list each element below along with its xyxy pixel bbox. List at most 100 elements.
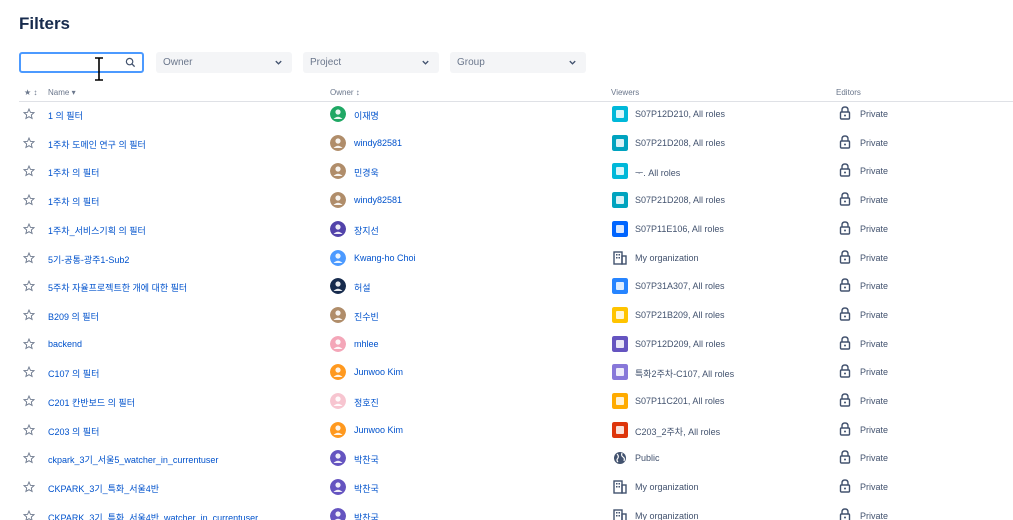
owner-name-link[interactable]: windy82581 [354, 195, 402, 205]
column-header-editors: Editors [836, 88, 861, 97]
owner-avatar-icon [330, 507, 346, 520]
star-icon[interactable] [23, 423, 35, 436]
group-dropdown[interactable]: Group [450, 52, 586, 73]
star-icon[interactable] [23, 337, 35, 350]
owner-name-link[interactable]: 진수빈 [354, 310, 379, 323]
filter-name-link[interactable]: backend [48, 339, 82, 349]
owner-name-link[interactable]: Junwoo Kim [354, 425, 403, 435]
globe-icon [614, 452, 626, 465]
filter-name-link[interactable]: 5주차 자율프로젝트한 개에 대한 필터 [48, 281, 187, 294]
filter-name-link[interactable]: 1주차_서비스기획 의 필터 [48, 224, 146, 237]
filter-name-link[interactable]: 1 의 필터 [48, 109, 83, 122]
table-row: 1주차 의 필터 windy82581 S07P21D208, All roles P… [19, 187, 1013, 215]
viewer-text: 특화2주차-C107, All roles [635, 369, 735, 380]
star-icon[interactable] [23, 366, 35, 378]
editor-text: Private [860, 252, 889, 263]
owner-name-link[interactable]: 장지선 [354, 224, 379, 237]
column-header-owner[interactable]: Owner ↕ [330, 88, 360, 97]
text-cursor-icon [95, 57, 103, 81]
star-icon[interactable] [23, 481, 35, 493]
project-icon [612, 393, 628, 409]
owner-name-link[interactable]: 정호진 [354, 396, 379, 409]
editor-text: Private [860, 424, 889, 435]
search-input-wrapper[interactable] [19, 52, 144, 81]
project-icon [612, 364, 628, 381]
project-dropdown[interactable]: Project [303, 52, 439, 73]
viewer-text: S07P12D209, All roles [635, 338, 726, 349]
owner-name-link[interactable]: 허설 [354, 281, 371, 294]
viewer-text: S07P21D208, All roles [635, 137, 726, 148]
owner-avatar-icon [330, 306, 346, 323]
lock-icon [839, 335, 851, 350]
star-icon[interactable] [23, 136, 35, 149]
viewer-text: S07P21B209, All roles [635, 309, 725, 320]
filter-name-link[interactable]: 1주차 의 필터 [48, 166, 99, 179]
owner-name-link[interactable]: 민경욱 [354, 166, 379, 179]
star-icon[interactable] [23, 509, 35, 520]
owner-name-link[interactable]: 이재명 [354, 109, 379, 122]
filter-name-link[interactable]: CKPARK_3기_특화_서울4반 [48, 482, 159, 495]
viewer-text: S07P21D208, All roles [635, 195, 726, 206]
viewer-text: My organization [635, 252, 699, 263]
editor-text: Private [860, 195, 889, 206]
owner-avatar-icon [330, 249, 346, 266]
filter-name-link[interactable]: 1주차 도메인 연구 의 필터 [48, 138, 146, 151]
filter-name-link[interactable]: C107 의 필터 [48, 367, 99, 380]
star-icon[interactable] [23, 251, 35, 264]
owner-avatar-icon [330, 220, 346, 237]
filter-name-link[interactable]: ckpark_3기_서울5_watcher_in_currentuser [48, 453, 218, 466]
viewer-text: C203_2주차, All roles [635, 426, 721, 437]
table-row: 1주차_서비스기획 의 필터 장지선 S07P11E106, All roles Pr… [19, 216, 1013, 244]
owner-dropdown[interactable]: Owner [156, 52, 292, 73]
page-title: Filters [19, 14, 71, 33]
owner-name-link[interactable]: mhlee [354, 339, 379, 349]
table-row: 1주차 의 필터 민경욱 ᅮ. All roles Private [19, 158, 1013, 186]
lock-icon [839, 421, 851, 436]
filter-name-link[interactable]: B209 의 필터 [48, 310, 99, 323]
editor-text: Private [860, 109, 889, 119]
owner-name-link[interactable]: 박찬국 [354, 511, 379, 520]
table-row: 1주차 도메인 연구 의 필터 windy82581 S07P21D208, All… [19, 130, 1013, 158]
search-input[interactable] [25, 55, 125, 73]
owner-name-link[interactable]: 박찬국 [354, 453, 379, 466]
owner-name-link[interactable]: 박찬국 [354, 482, 379, 495]
table-row: B209 의 필터 진수빈 S07P21B209, All roles Private [19, 302, 1013, 330]
project-icon [612, 278, 628, 295]
star-icon[interactable] [23, 165, 35, 177]
filter-name-link[interactable]: 1주차 의 필터 [48, 195, 99, 208]
column-header-name[interactable]: Name ▾ [48, 88, 76, 97]
table-row: C203 의 필터 Junwoo Kim C203_2주차, All roles Pr… [19, 417, 1013, 445]
owner-name-link[interactable]: windy82581 [354, 138, 402, 148]
lock-icon [839, 307, 851, 321]
editor-text: Private [860, 166, 889, 177]
star-icon[interactable] [23, 280, 35, 292]
star-icon[interactable] [23, 194, 35, 206]
star-icon[interactable] [23, 452, 35, 464]
table-row: C201 칸반보드 의 필터 정호진 S07P11C201, All roles Pr… [19, 388, 1013, 416]
owner-name-link[interactable]: Junwoo Kim [354, 367, 403, 377]
viewer-text: My organization [635, 482, 699, 493]
column-header-star[interactable]: ★ ↕ [24, 88, 37, 97]
owner-avatar-icon [330, 450, 346, 467]
editor-text: Private [860, 338, 889, 349]
table-header: ★ ↕ Name ▾ Owner ↕ Viewers Editors [19, 86, 1013, 102]
owner-avatar-icon [330, 479, 346, 496]
filter-name-link[interactable]: 5기-공통-광주1-Sub2 [48, 253, 129, 266]
editor-text: Private [860, 453, 889, 464]
owner-avatar-icon [330, 192, 346, 209]
star-icon[interactable] [23, 308, 35, 321]
star-icon[interactable] [23, 222, 35, 235]
lock-icon [839, 192, 851, 206]
editor-text: Private [860, 396, 889, 406]
owner-name-link[interactable]: Kwang-ho Choi [354, 253, 416, 263]
filter-name-link[interactable]: C201 칸반보드 의 필터 [48, 396, 135, 409]
owner-avatar-icon [330, 106, 346, 122]
star-icon[interactable] [23, 395, 35, 407]
search-icon[interactable] [125, 57, 136, 68]
filter-name-link[interactable]: CKPARK_3기_특화_서울4반_watcher_in_currentuser [48, 511, 258, 520]
owner-avatar-icon [330, 278, 346, 295]
filter-name-link[interactable]: C203 의 필터 [48, 425, 99, 438]
project-icon [612, 106, 628, 122]
star-icon[interactable] [23, 108, 35, 120]
lock-icon [839, 450, 851, 465]
